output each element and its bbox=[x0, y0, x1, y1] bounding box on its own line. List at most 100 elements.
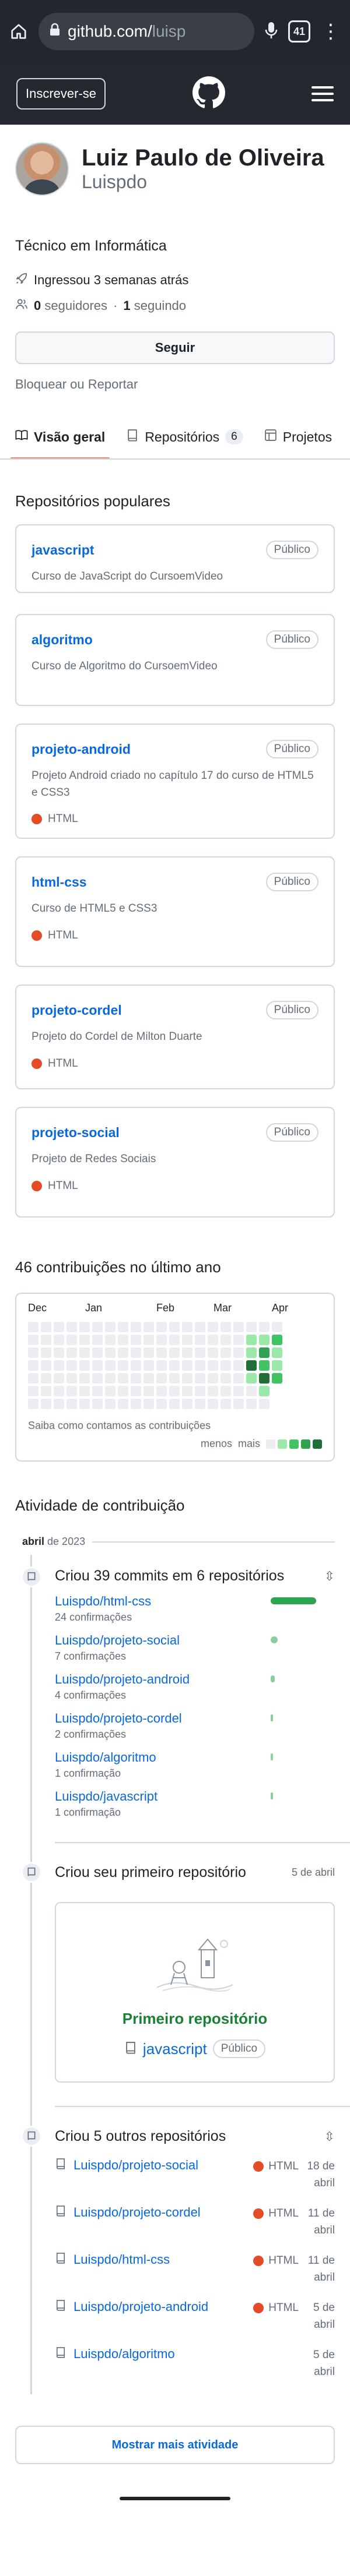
contribution-day[interactable] bbox=[144, 1399, 154, 1409]
contribution-day[interactable] bbox=[272, 1360, 282, 1371]
contribution-day[interactable] bbox=[28, 1373, 38, 1384]
contribution-day[interactable] bbox=[41, 1360, 51, 1371]
contribution-day[interactable] bbox=[169, 1373, 180, 1384]
contribution-day[interactable] bbox=[105, 1335, 116, 1345]
signup-button[interactable]: Inscrever-se bbox=[16, 78, 106, 110]
commit-repo-link[interactable]: Luispdo/projeto-android bbox=[55, 1672, 190, 1687]
contribution-day[interactable] bbox=[66, 1386, 77, 1396]
contribution-day[interactable] bbox=[182, 1360, 192, 1371]
contribution-day[interactable] bbox=[220, 1347, 231, 1358]
contribution-day[interactable] bbox=[195, 1322, 205, 1332]
contribution-day[interactable] bbox=[272, 1335, 282, 1345]
menu-icon[interactable] bbox=[311, 86, 334, 101]
contribution-day[interactable] bbox=[105, 1322, 116, 1332]
tab-projects[interactable]: Projetos bbox=[264, 415, 332, 458]
contribution-day[interactable] bbox=[156, 1360, 167, 1371]
contribution-day[interactable] bbox=[41, 1373, 51, 1384]
contribution-day[interactable] bbox=[41, 1322, 51, 1332]
contribution-day[interactable] bbox=[220, 1373, 231, 1384]
contribution-day[interactable] bbox=[118, 1335, 128, 1345]
contribution-day[interactable] bbox=[259, 1347, 270, 1358]
contribution-day[interactable] bbox=[131, 1347, 141, 1358]
commit-repo-link[interactable]: Luispdo/projeto-cordel bbox=[55, 1711, 182, 1726]
contribution-day[interactable] bbox=[156, 1399, 167, 1409]
contribution-day[interactable] bbox=[79, 1347, 90, 1358]
contribution-day[interactable] bbox=[259, 1360, 270, 1371]
contribution-day[interactable] bbox=[131, 1373, 141, 1384]
contribution-day[interactable] bbox=[156, 1386, 167, 1396]
contribution-day[interactable] bbox=[233, 1360, 244, 1371]
contribution-day[interactable] bbox=[144, 1373, 154, 1384]
contribution-day[interactable] bbox=[41, 1399, 51, 1409]
contribution-day[interactable] bbox=[79, 1360, 90, 1371]
contribution-day[interactable] bbox=[259, 1399, 270, 1409]
contribution-day[interactable] bbox=[233, 1399, 244, 1409]
avatar[interactable] bbox=[15, 142, 69, 196]
fold-icon[interactable]: ⇳ bbox=[324, 1569, 335, 1584]
contribution-day[interactable] bbox=[246, 1335, 257, 1345]
contribution-day[interactable] bbox=[41, 1347, 51, 1358]
repo-link[interactable]: projeto-cordel bbox=[32, 1003, 122, 1018]
commit-repo-link[interactable]: Luispdo/projeto-social bbox=[55, 1633, 180, 1648]
followers-link[interactable]: 0 seguidores bbox=[34, 298, 107, 313]
contribution-day[interactable] bbox=[118, 1360, 128, 1371]
contribution-day[interactable] bbox=[169, 1347, 180, 1358]
contribution-day[interactable] bbox=[182, 1373, 192, 1384]
contribution-day[interactable] bbox=[54, 1347, 64, 1358]
contribution-day[interactable] bbox=[105, 1386, 116, 1396]
contribution-day[interactable] bbox=[144, 1322, 154, 1332]
contribution-day[interactable] bbox=[118, 1347, 128, 1358]
contribution-day[interactable] bbox=[246, 1347, 257, 1358]
contribution-day[interactable] bbox=[54, 1360, 64, 1371]
contribution-day[interactable] bbox=[92, 1360, 103, 1371]
contribution-day[interactable] bbox=[28, 1335, 38, 1345]
contribution-day[interactable] bbox=[169, 1335, 180, 1345]
contribution-day[interactable] bbox=[92, 1386, 103, 1396]
contribution-day[interactable] bbox=[233, 1335, 244, 1345]
created-repo-link[interactable]: Luispdo/projeto-android bbox=[74, 2299, 208, 2314]
contribution-day[interactable] bbox=[28, 1322, 38, 1332]
repo-link[interactable]: projeto-android bbox=[32, 742, 131, 757]
created-repo-link[interactable]: Luispdo/projeto-social bbox=[74, 2158, 198, 2173]
created-repo-link[interactable]: Luispdo/html-css bbox=[74, 2252, 170, 2267]
microphone-icon[interactable] bbox=[265, 21, 278, 43]
contribution-day[interactable] bbox=[182, 1399, 192, 1409]
created-repo-link[interactable]: Luispdo/projeto-cordel bbox=[74, 2205, 201, 2220]
address-bar[interactable]: github.com/luisp bbox=[38, 13, 254, 50]
contribution-day[interactable] bbox=[41, 1335, 51, 1345]
contribution-day[interactable] bbox=[182, 1322, 192, 1332]
contribution-day[interactable] bbox=[54, 1373, 64, 1384]
contribution-day[interactable] bbox=[105, 1373, 116, 1384]
contribution-day[interactable] bbox=[246, 1360, 257, 1371]
contribution-day[interactable] bbox=[54, 1399, 64, 1409]
repo-link[interactable]: javascript bbox=[32, 542, 94, 558]
contribution-day[interactable] bbox=[156, 1373, 167, 1384]
contribution-day[interactable] bbox=[131, 1322, 141, 1332]
repo-link[interactable]: projeto-social bbox=[32, 1125, 120, 1141]
first-repo-link[interactable]: javascript bbox=[143, 2040, 207, 2058]
contribution-day[interactable] bbox=[144, 1386, 154, 1396]
contribution-day[interactable] bbox=[195, 1347, 205, 1358]
contribution-day[interactable] bbox=[66, 1322, 77, 1332]
contribution-day[interactable] bbox=[144, 1347, 154, 1358]
contribution-day[interactable] bbox=[182, 1386, 192, 1396]
contribution-day[interactable] bbox=[220, 1399, 231, 1409]
contribution-day[interactable] bbox=[118, 1373, 128, 1384]
contribution-day[interactable] bbox=[208, 1335, 218, 1345]
contribution-day[interactable] bbox=[92, 1373, 103, 1384]
contribution-day[interactable] bbox=[195, 1335, 205, 1345]
contribution-day[interactable] bbox=[28, 1360, 38, 1371]
contribution-day[interactable] bbox=[28, 1399, 38, 1409]
contribution-day[interactable] bbox=[79, 1322, 90, 1332]
contribution-day[interactable] bbox=[169, 1322, 180, 1332]
contribution-day[interactable] bbox=[131, 1386, 141, 1396]
contribution-day[interactable] bbox=[41, 1386, 51, 1396]
contribution-day[interactable] bbox=[144, 1335, 154, 1345]
contribution-day[interactable] bbox=[220, 1322, 231, 1332]
contribution-day[interactable] bbox=[233, 1322, 244, 1332]
block-report-link[interactable]: Bloquear ou Reportar bbox=[15, 377, 335, 392]
contribution-day[interactable] bbox=[79, 1386, 90, 1396]
contribution-day[interactable] bbox=[92, 1399, 103, 1409]
contribution-day[interactable] bbox=[54, 1335, 64, 1345]
fold-icon[interactable]: ⇳ bbox=[324, 2129, 335, 2144]
